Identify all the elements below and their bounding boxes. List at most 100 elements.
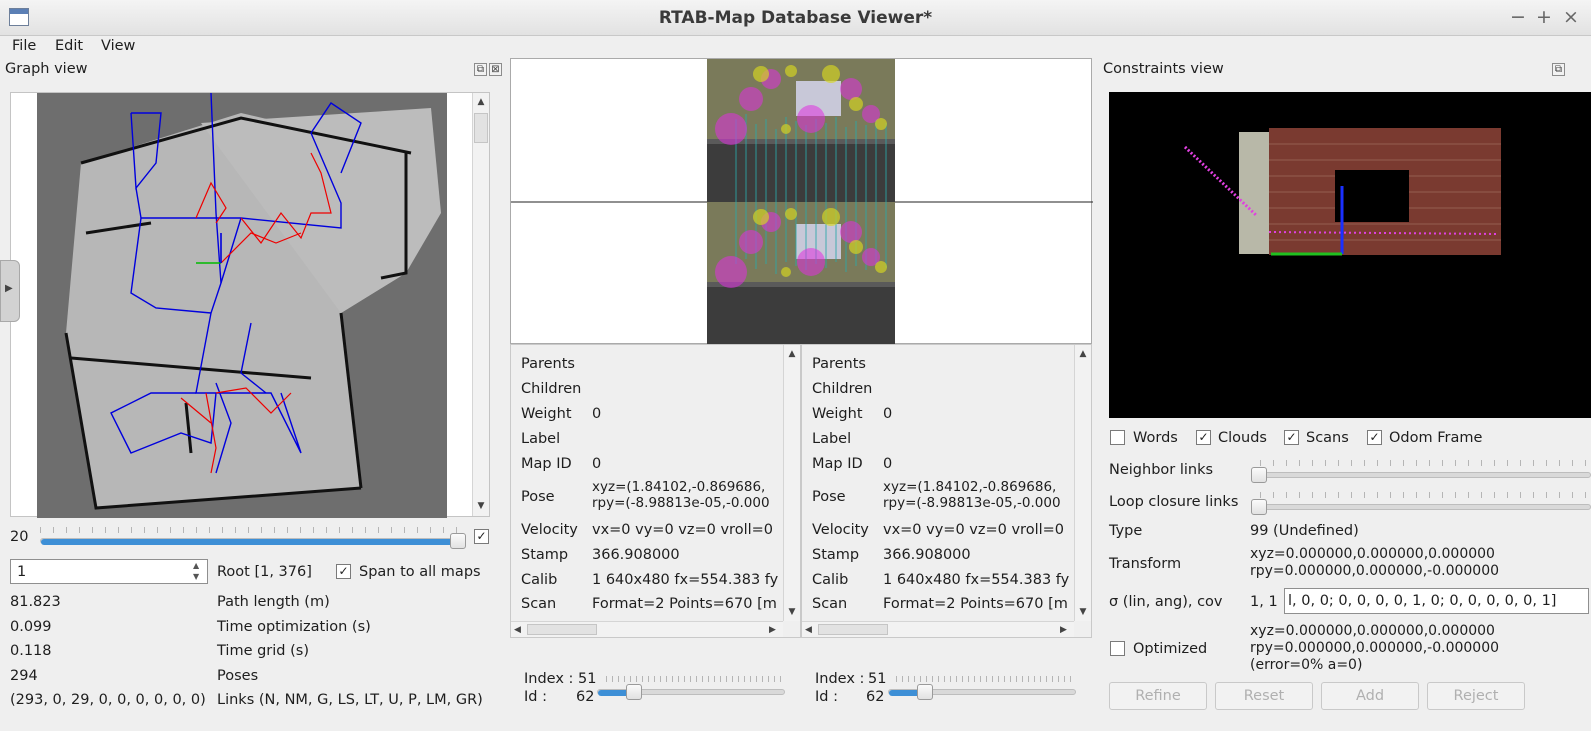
scroll-thumb[interactable] [527,624,597,635]
optimized-rpy: rpy=0.000000,0.000000,-0.000000 [1250,640,1500,656]
refine-button[interactable]: Refine [1109,682,1207,710]
spin-down-icon[interactable]: ▼ [193,572,199,582]
spin-up-icon[interactable]: ▲ [193,561,199,571]
clouds-checkbox[interactable]: ✓ [1196,430,1211,445]
optimized-checkbox[interactable] [1110,641,1125,656]
graph-view-close-icon[interactable]: ⊠ [489,63,502,76]
maximize-button[interactable]: + [1533,5,1555,29]
odom-frame-checkbox[interactable]: ✓ [1367,430,1382,445]
graph-slider-handle[interactable] [450,533,466,549]
scroll-down-icon[interactable]: ▼ [784,605,800,619]
info-a-val-scan: Format=2 Points=670 [m [592,596,777,612]
stat-time-opt-label: Time optimization (s) [217,619,371,635]
info-b-key-children: Children [812,381,873,397]
graph-slider-value: 20 [10,529,29,545]
menu-view[interactable]: View [101,36,135,58]
info-b-hscrollbar[interactable]: ◀ ▶ [802,621,1074,637]
info-b-key-scan: Scan [812,596,848,612]
scroll-left-icon[interactable]: ◀ [514,622,521,637]
info-a-key-mapid: Map ID [521,456,572,472]
id-b-label: Id : [815,689,838,705]
scroll-right-icon[interactable]: ▶ [769,622,776,637]
info-b-key-mapid: Map ID [812,456,863,472]
optimized-xyz: xyz=0.000000,0.000000,0.000000 [1250,623,1495,639]
minimize-button[interactable]: − [1507,5,1529,29]
loop-closure-slider[interactable] [1252,504,1591,510]
graph-view-float-icon[interactable]: ⧉ [474,63,487,76]
stat-poses-value: 294 [10,668,38,684]
scans-checkbox[interactable]: ✓ [1284,430,1299,445]
neighbor-links-handle[interactable] [1251,467,1267,483]
transform-xyz: xyz=0.000000,0.000000,0.000000 [1250,546,1495,562]
info-b-key-parents: Parents [812,356,866,372]
loop-closure-ticks [1260,492,1591,498]
info-b-val-pose-xyz: xyz=(1.84102,-0.869686, [883,479,1057,495]
loop-closure-handle[interactable] [1251,499,1267,515]
point-cloud-render [1183,128,1501,256]
window-title: RTAB-Map Database Viewer* [658,8,933,28]
image-views[interactable] [510,58,1093,345]
words-label: Words [1133,430,1178,446]
constraints-3d-view[interactable] [1109,92,1591,418]
info-a-key-label: Label [521,431,561,447]
span-all-maps-label: Span to all maps [359,564,481,580]
scroll-up-icon[interactable]: ▲ [1075,347,1091,361]
close-button[interactable]: × [1560,5,1582,29]
scroll-right-icon[interactable]: ▶ [1060,622,1067,637]
reject-button[interactable]: Reject [1427,682,1525,710]
graph-view-scrollbar[interactable]: ▲ ▼ [472,93,489,516]
index-b-label: Index : [815,671,865,687]
span-all-maps-checkbox[interactable]: ✓ [336,564,351,579]
scroll-thumb[interactable] [818,624,888,635]
type-value: 99 (Undefined) [1250,523,1359,539]
info-b-val-velocity: vx=0 vy=0 vz=0 vroll=0 [883,522,1064,538]
info-a-val-stamp: 366.908000 [592,547,680,563]
graph-view-canvas[interactable] [10,92,490,518]
feature-match-images [511,59,1093,345]
node-info-a: Parents Children Weight 0 Label Map ID 0… [510,344,801,638]
info-a-key-scan: Scan [521,596,557,612]
graph-slider-groove[interactable] [40,538,460,545]
root-spinbox[interactable]: 1 ▲ ▼ [10,559,208,584]
stat-time-opt-value: 0.099 [10,619,52,635]
scroll-up-icon[interactable]: ▲ [473,95,489,109]
info-b-vscrollbar[interactable]: ▲ ▼ [1074,345,1091,621]
graph-slider-ticks [40,527,460,533]
scroll-down-icon[interactable]: ▼ [1075,605,1091,619]
stat-time-grid-value: 0.118 [10,643,52,659]
info-a-val-calib: 1 640x480 fx=554.383 fy [592,572,779,588]
scroll-thumb[interactable] [474,113,488,143]
side-dock-tab[interactable]: ▶ [0,260,20,322]
menu-bar: File Edit View [0,36,1591,58]
info-b-key-label: Label [812,431,852,447]
info-a-val-weight: 0 [592,406,602,422]
neighbor-links-slider[interactable] [1252,472,1591,478]
stat-poses-label: Poses [217,668,259,684]
graph-slider-checkbox[interactable]: ✓ [474,529,489,544]
constraints-view-float-icon[interactable]: ⧉ [1552,63,1565,76]
id-b-value: 62 [866,689,885,705]
stat-time-grid-label: Time grid (s) [217,643,309,659]
index-b-slider-handle[interactable] [917,684,933,700]
info-a-vscrollbar[interactable]: ▲ ▼ [783,345,800,621]
menu-file[interactable]: File [12,36,36,58]
scroll-down-icon[interactable]: ▼ [473,499,489,513]
info-b-val-pose-rpy: rpy=(-8.98813e-05,-0.000 [883,495,1061,511]
odom-frame-label: Odom Frame [1389,430,1483,446]
index-a-slider-handle[interactable] [626,684,642,700]
info-a-key-children: Children [521,381,582,397]
reset-button[interactable]: Reset [1215,682,1313,710]
covariance-field[interactable]: l, 0, 0; 0, 0, 0, 0, 1, 0; 0, 0, 0, 0, 0… [1284,588,1589,614]
menu-edit[interactable]: Edit [55,36,83,58]
scroll-left-icon[interactable]: ◀ [805,622,812,637]
index-a-label: Index : [524,671,574,687]
info-a-hscrollbar[interactable]: ◀ ▶ [511,621,783,637]
clouds-label: Clouds [1218,430,1267,446]
id-a-label: Id : [524,689,547,705]
words-checkbox[interactable] [1110,430,1125,445]
info-a-val-velocity: vx=0 vy=0 vz=0 vroll=0 [592,522,773,538]
info-a-val-pose-rpy: rpy=(-8.98813e-05,-0.000 [592,495,770,511]
stat-links-label: Links (N, NM, G, LS, LT, U, P, LM, GR) [217,692,483,708]
add-button[interactable]: Add [1321,682,1419,710]
scroll-up-icon[interactable]: ▲ [784,347,800,361]
